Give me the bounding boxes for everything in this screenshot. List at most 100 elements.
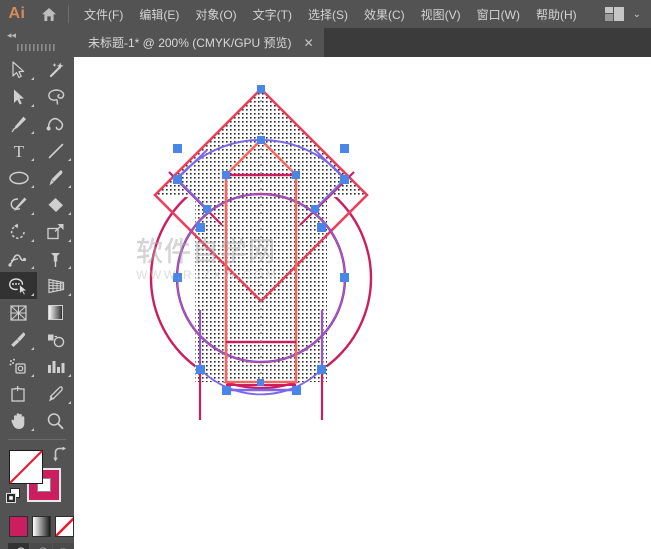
tool-row: T	[0, 137, 74, 164]
tool-row	[0, 353, 74, 380]
lasso-tool[interactable]	[37, 83, 74, 110]
flyout-indicator	[68, 293, 71, 296]
draw-behind-button[interactable]	[30, 543, 51, 549]
document-tab-bar: 未标题-1* @ 200% (CMYK/GPU 预览) ✕	[0, 28, 651, 57]
flyout-indicator	[31, 428, 34, 431]
artboard-canvas[interactable]: 软件自学网 WWW.RJZXW.COM	[74, 57, 651, 549]
draw-inside-button[interactable]	[53, 543, 74, 549]
anchor-point	[203, 205, 211, 213]
flyout-indicator	[31, 212, 34, 215]
none-indicator	[9, 450, 43, 484]
anchor-point	[292, 171, 300, 179]
fill-swatch[interactable]	[9, 450, 43, 484]
swap-fill-stroke-icon[interactable]	[52, 447, 67, 467]
close-icon[interactable]: ✕	[304, 37, 314, 49]
rotate-tool[interactable]	[0, 218, 37, 245]
flyout-indicator	[68, 266, 71, 269]
home-icon[interactable]	[34, 0, 64, 28]
flyout-indicator	[31, 374, 34, 377]
width-tool[interactable]	[0, 245, 37, 272]
gradient-mode-button[interactable]	[32, 516, 51, 537]
flyout-indicator	[31, 104, 34, 107]
tool-row	[0, 56, 74, 83]
shaper-tool[interactable]	[0, 191, 37, 218]
tool-row	[0, 218, 74, 245]
menu-object[interactable]: 对象(O)	[187, 1, 244, 28]
menu-edit[interactable]: 编辑(E)	[131, 1, 187, 28]
mesh-tool[interactable]	[0, 299, 37, 326]
tool-list: T	[0, 53, 74, 434]
direct-selection-tool[interactable]	[0, 83, 37, 110]
tool-row	[0, 164, 74, 191]
paintbrush-tool[interactable]	[37, 164, 74, 191]
anchor-point	[257, 85, 265, 93]
shape-builder-tool[interactable]	[0, 272, 37, 299]
flyout-indicator	[68, 158, 71, 161]
anchor-point	[257, 136, 265, 144]
chevron-down-icon[interactable]: ⌄	[633, 9, 641, 20]
tool-row	[0, 110, 74, 137]
default-fill-stroke-icon[interactable]	[6, 488, 21, 508]
anchor-point	[222, 386, 231, 395]
artboard-tool[interactable]	[0, 380, 37, 407]
blend-tool[interactable]	[37, 326, 74, 353]
vector-artwork	[74, 57, 651, 549]
menu-window[interactable]: 窗口(W)	[469, 1, 528, 28]
free-transform-tool[interactable]	[37, 245, 74, 272]
document-tab[interactable]: 未标题-1* @ 200% (CMYK/GPU 预览) ✕	[74, 28, 324, 57]
flyout-indicator	[31, 293, 34, 296]
anchor-point	[317, 365, 326, 374]
anchor-point	[222, 171, 230, 179]
none-mode-button[interactable]	[55, 516, 74, 537]
anchor-point	[173, 175, 182, 184]
tool-row	[0, 191, 74, 218]
anchor-point	[292, 386, 301, 395]
menu-effect[interactable]: 效果(C)	[356, 1, 413, 28]
slice-tool[interactable]	[37, 380, 74, 407]
tool-row	[0, 380, 74, 407]
pen-tool[interactable]	[0, 110, 37, 137]
collapse-panel-icon[interactable]: ◂◂	[0, 28, 74, 42]
panel-grip[interactable]	[0, 42, 74, 53]
draw-normal-button[interactable]	[8, 543, 29, 549]
menu-help[interactable]: 帮助(H)	[528, 1, 585, 28]
illustrator-window: Ai 文件(F) 编辑(E) 对象(O) 文字(T) 选择(S) 效果(C) 视…	[0, 0, 651, 549]
flyout-indicator	[68, 401, 71, 404]
anchor-point	[257, 379, 264, 386]
hand-tool[interactable]	[0, 407, 37, 434]
tool-row	[0, 326, 74, 353]
menu-view[interactable]: 视图(V)	[413, 1, 469, 28]
type-tool[interactable]: T	[0, 137, 37, 164]
selection-tool[interactable]	[0, 56, 37, 83]
workspace-switcher[interactable]: ⌄	[605, 7, 651, 21]
menu-file[interactable]: 文件(F)	[76, 1, 131, 28]
anchor-point	[340, 144, 349, 153]
line-segment-tool[interactable]	[37, 137, 74, 164]
anchor-point	[196, 223, 205, 232]
flyout-indicator	[31, 77, 34, 80]
svg-text:T: T	[13, 142, 24, 160]
menu-select[interactable]: 选择(S)	[300, 1, 356, 28]
eraser-tool[interactable]	[37, 191, 74, 218]
menu-bar: Ai 文件(F) 编辑(E) 对象(O) 文字(T) 选择(S) 效果(C) 视…	[0, 0, 651, 28]
symbol-sprayer-tool[interactable]	[0, 353, 37, 380]
perspective-grid-tool[interactable]	[37, 272, 74, 299]
column-graph-tool[interactable]	[37, 353, 74, 380]
ellipse-tool[interactable]	[0, 164, 37, 191]
gradient-tool[interactable]	[37, 299, 74, 326]
flyout-indicator	[31, 131, 34, 134]
drawing-mode-buttons	[0, 543, 74, 549]
flyout-indicator	[68, 212, 71, 215]
toolbar-divider	[8, 439, 66, 440]
scale-tool[interactable]	[37, 218, 74, 245]
magic-wand-tool[interactable]	[37, 56, 74, 83]
color-mode-button[interactable]	[9, 516, 28, 537]
eyedropper-tool[interactable]	[0, 326, 37, 353]
anchor-point	[311, 205, 319, 213]
curvature-tool[interactable]	[37, 110, 74, 137]
anchor-point	[317, 223, 326, 232]
zoom-tool[interactable]	[37, 407, 74, 434]
menu-type[interactable]: 文字(T)	[245, 1, 300, 28]
tool-row	[0, 407, 74, 434]
tool-row	[0, 272, 74, 299]
